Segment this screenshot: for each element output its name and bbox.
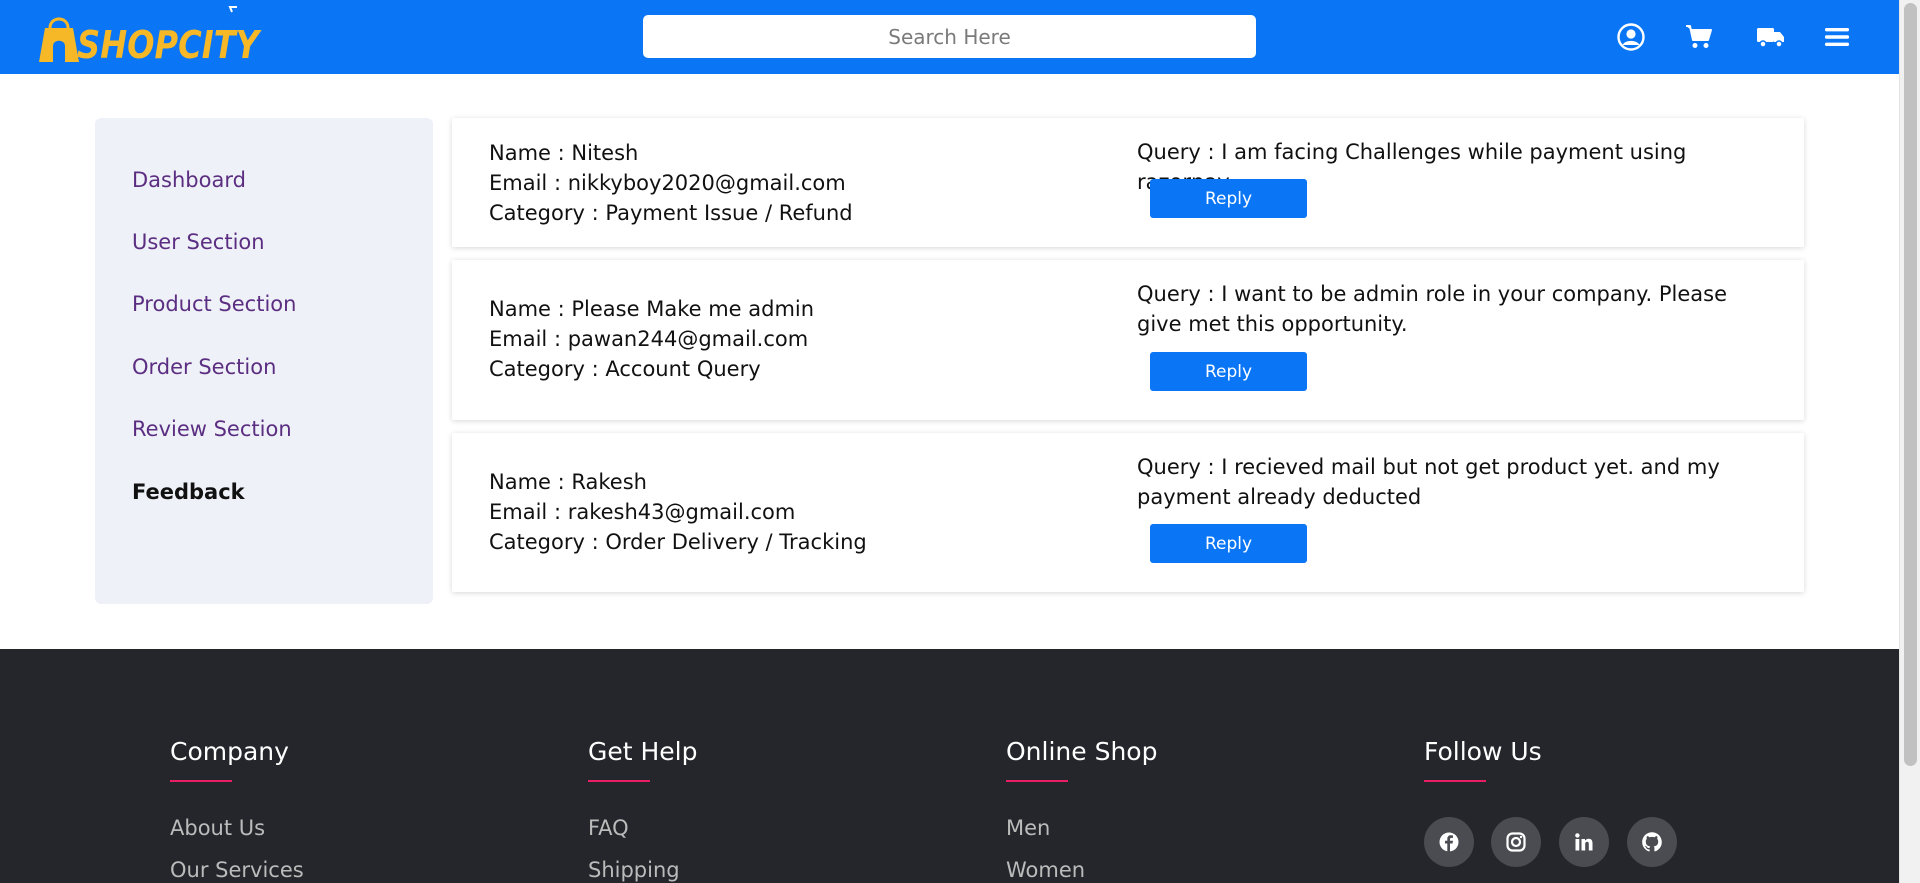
sidebar-item-dashboard[interactable]: Dashboard <box>132 168 246 192</box>
heading-underline <box>588 780 650 782</box>
footer-heading: Get Help <box>588 737 698 766</box>
footer-heading: Online Shop <box>1006 737 1158 766</box>
feedback-category: Category : Order Delivery / Tracking <box>489 530 867 554</box>
feedback-info: Name : Please Make me admin Email : pawa… <box>489 294 814 384</box>
sidebar-item-user-section[interactable]: User Section <box>132 230 265 254</box>
footer-link-women[interactable]: Women <box>1006 858 1085 882</box>
feedback-name: Name : Rakesh <box>489 470 647 494</box>
feedback-info: Name : Nitesh Email : nikkyboy2020@gmail… <box>489 138 853 228</box>
reply-button[interactable]: Reply <box>1150 524 1307 563</box>
feedback-category: Category : Account Query <box>489 357 761 381</box>
footer-link-faq[interactable]: FAQ <box>588 816 629 840</box>
site-footer: Company About Us Our Services Get Help F… <box>0 649 1899 883</box>
feedback-email: Email : rakesh43@gmail.com <box>489 500 796 524</box>
reply-button[interactable]: Reply <box>1150 352 1307 391</box>
sidebar-item-product-section[interactable]: Product Section <box>132 292 296 316</box>
cart-icon[interactable] <box>1684 22 1714 52</box>
feedback-name: Name : Nitesh <box>489 141 639 165</box>
footer-heading: Company <box>170 737 289 766</box>
footer-link-our-services[interactable]: Our Services <box>170 858 304 882</box>
reply-button[interactable]: Reply <box>1150 179 1307 218</box>
footer-link-men[interactable]: Men <box>1006 816 1050 840</box>
page-scrollbar[interactable] <box>1899 0 1920 883</box>
github-icon[interactable] <box>1627 817 1677 867</box>
instagram-icon[interactable] <box>1491 817 1541 867</box>
feedback-email: Email : nikkyboy2020@gmail.com <box>489 171 846 195</box>
heading-underline <box>1424 780 1486 782</box>
top-navbar: SHOPCITY <box>0 0 1899 74</box>
menu-icon[interactable] <box>1822 22 1852 52</box>
truck-icon[interactable] <box>1756 22 1786 52</box>
sidebar-item-order-section[interactable]: Order Section <box>132 355 276 379</box>
linkedin-icon[interactable] <box>1559 817 1609 867</box>
sidebar-item-feedback[interactable]: Feedback <box>132 480 245 504</box>
footer-heading: Follow Us <box>1424 737 1542 766</box>
sidebar-item-review-section[interactable]: Review Section <box>132 417 292 441</box>
feedback-category: Category : Payment Issue / Refund <box>489 201 853 225</box>
feedback-card: Name : Rakesh Email : rakesh43@gmail.com… <box>452 433 1804 592</box>
heading-underline <box>1006 780 1068 782</box>
feedback-info: Name : Rakesh Email : rakesh43@gmail.com… <box>489 467 867 557</box>
logo-text: SHOPCITY <box>77 23 262 67</box>
user-circle-icon[interactable] <box>1616 22 1646 52</box>
search-input[interactable] <box>643 15 1256 58</box>
facebook-icon[interactable] <box>1424 817 1474 867</box>
heading-underline <box>170 780 232 782</box>
scrollbar-thumb[interactable] <box>1904 3 1917 766</box>
feedback-card: Name : Nitesh Email : nikkyboy2020@gmail… <box>452 118 1804 247</box>
admin-sidebar: Dashboard User Section Product Section O… <box>95 118 433 604</box>
feedback-email: Email : pawan244@gmail.com <box>489 327 809 351</box>
footer-link-about-us[interactable]: About Us <box>170 816 265 840</box>
footer-link-shipping[interactable]: Shipping <box>588 858 680 882</box>
feedback-query: Query : I recieved mail but not get prod… <box>1137 455 1720 509</box>
feedback-name: Name : Please Make me admin <box>489 297 815 321</box>
feedback-card: Name : Please Make me admin Email : pawa… <box>452 260 1804 420</box>
feedback-query: Query : I want to be admin role in your … <box>1137 282 1727 336</box>
shopcity-logo[interactable]: SHOPCITY <box>37 6 267 68</box>
